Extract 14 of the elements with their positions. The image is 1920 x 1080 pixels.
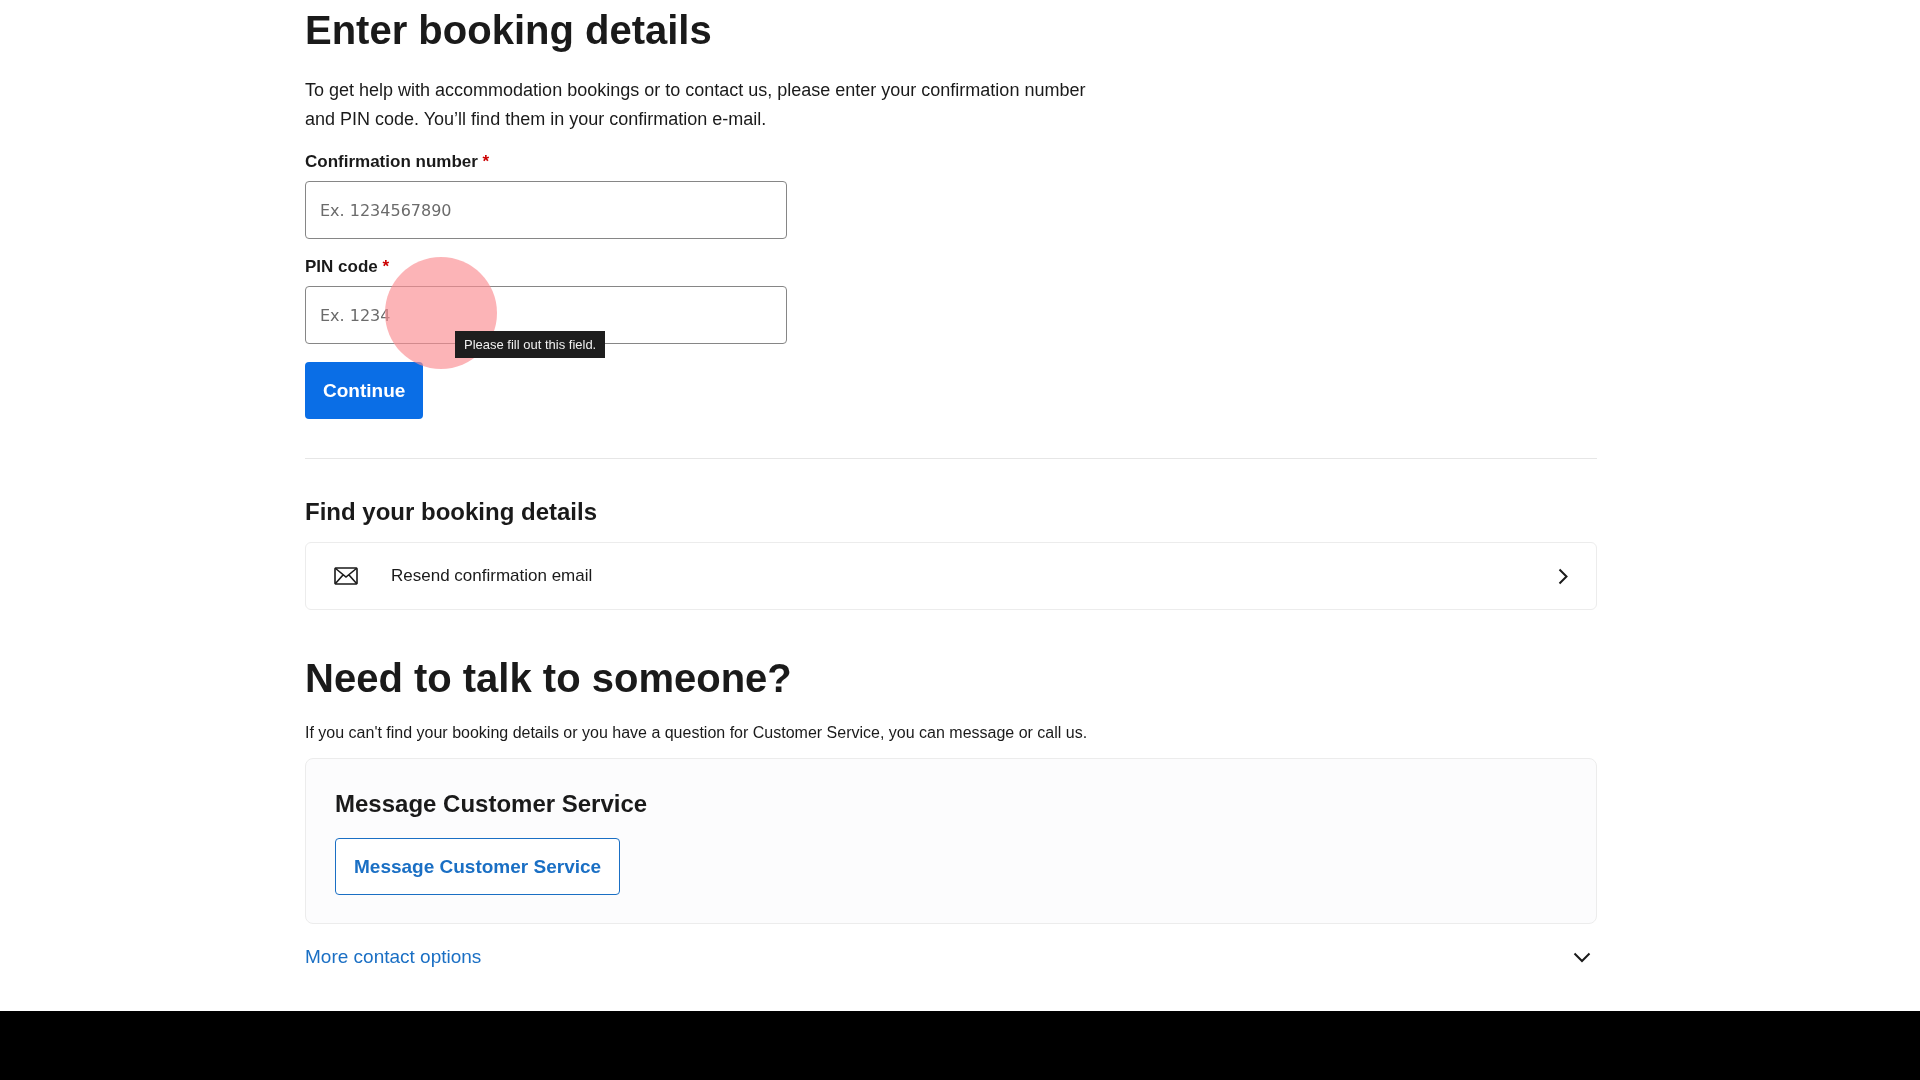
message-button[interactable]: Message Customer Service [335,838,621,895]
card-title: Message Customer Service [335,789,649,819]
resend-email-row[interactable]: Resend confirmation email [305,542,1597,610]
intro-text: To get help with accommodation bookings or to contact us, please enter your confirmation number and PIN code. You’ll find them in your confirmation e-mail. [305,79,1087,131]
section-heading: Find your booking details [305,497,598,527]
text-input[interactable]: Ex. 1234567890 [305,181,787,239]
page-heading: Enter booking details [305,7,713,54]
help-text: If you can't find your booking details or you have a question for Customer Service, you can message or call us. [305,724,1089,742]
continue-button[interactable]: Continue [305,362,424,419]
field-label: Confirmation number * [305,152,491,172]
section-title: Need to talk to someone? [305,655,793,702]
field-label: PIN code * [305,257,391,277]
validation-tooltip: Please fill out this field. [455,331,606,358]
more-options-link[interactable]: More contact options [305,946,482,968]
